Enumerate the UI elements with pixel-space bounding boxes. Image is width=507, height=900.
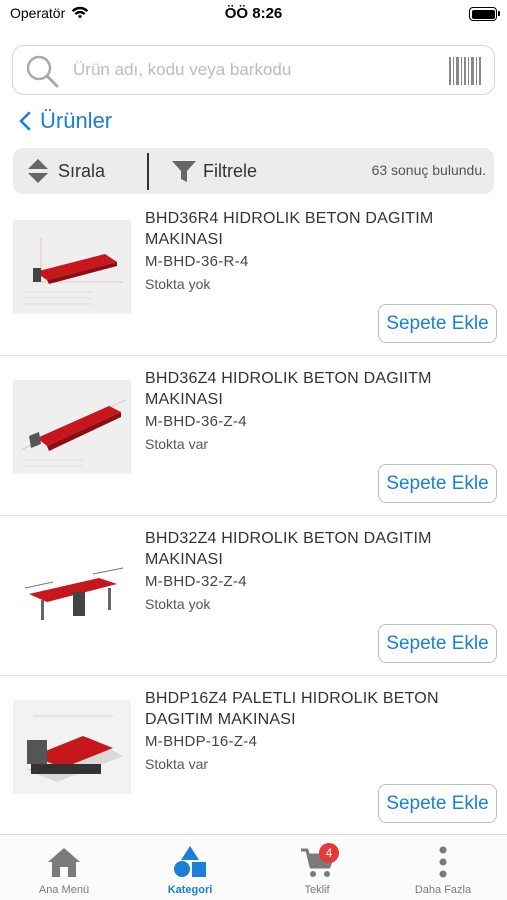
add-to-cart-button[interactable]: Sepete Ekle (378, 464, 497, 503)
product-code: M-BHD-36-R-4 (145, 253, 249, 270)
tab-category[interactable]: Kategori (127, 845, 253, 900)
stock-status: Stokta var (145, 436, 209, 452)
tab-label: Daha Fazla (414, 884, 472, 896)
filter-button[interactable]: Filtrele (171, 157, 257, 185)
more-icon (439, 846, 447, 878)
sort-filter-bar: Sırala Filtrele 63 sonuç bulundu. (13, 148, 494, 194)
tab-home[interactable]: Ana Menü (1, 845, 127, 900)
product-image (13, 220, 131, 314)
chevron-left-icon (19, 111, 31, 131)
filter-label: Filtrele (203, 160, 258, 181)
clock: ÖÖ 8:26 (224, 5, 283, 22)
sort-icon (28, 159, 48, 183)
sort-button[interactable]: Sırala (27, 157, 105, 185)
tab-label: Ana Menü (38, 884, 90, 896)
tab-offer[interactable]: 4 Teklif (254, 843, 380, 900)
cart-badge: 4 (319, 843, 339, 863)
back-button[interactable]: Ürünler (18, 107, 112, 135)
stock-status: Stokta yok (145, 596, 211, 612)
search-input[interactable] (73, 56, 393, 84)
search-icon (26, 55, 59, 88)
product-name: BHD36Z4 HIDROLIK BETON DAGIITM MAKINASI (145, 370, 432, 408)
product-name: BHD36R4 HIDROLIK BETON DAGITIM MAKINASI (145, 210, 434, 248)
home-icon (48, 848, 80, 877)
result-count: 63 sonuç bulundu. (371, 162, 486, 178)
sort-label: Sırala (58, 160, 106, 181)
tab-label: Teklif (304, 884, 330, 896)
stock-status: Stokta var (145, 756, 209, 772)
add-to-cart-button[interactable]: Sepete Ekle (378, 784, 497, 823)
add-to-cart-button[interactable]: Sepete Ekle (378, 304, 497, 343)
barcode-icon[interactable] (448, 56, 482, 86)
product-code: M-BHD-36-Z-4 (145, 413, 247, 430)
product-image (13, 380, 131, 474)
tab-bar: Ana Menü Kategori 4 Teklif Daha Fazla (0, 834, 507, 900)
product-code: M-BHDP-16-Z-4 (145, 733, 258, 750)
divider (147, 153, 149, 190)
product-item[interactable]: BHD32Z4 HIDROLIK BETON DAGITIM MAKINASI … (0, 516, 507, 676)
tab-more[interactable]: Daha Fazla (380, 845, 506, 900)
filter-icon (172, 161, 196, 182)
product-item[interactable]: BHD36R4 HIDROLIK BETON DAGITIM MAKINASI … (0, 196, 507, 356)
tab-label: Kategori (167, 884, 213, 896)
product-item[interactable]: BHDP16Z4 PALETLI HIDROLIK BETON DAGITIM … (0, 676, 507, 836)
product-item[interactable]: BHD36Z4 HIDROLIK BETON DAGIITM MAKINASI … (0, 356, 507, 516)
product-image (13, 540, 131, 634)
product-name: BHD32Z4 HIDROLIK BETON DAGITIM MAKINASI (145, 530, 432, 568)
product-code: M-BHD-32-Z-4 (145, 573, 247, 590)
category-icon (174, 846, 206, 877)
product-image (13, 700, 131, 794)
page-title: Ürünler (40, 108, 113, 133)
add-to-cart-button[interactable]: Sepete Ekle (378, 624, 497, 663)
search-bar[interactable] (12, 45, 495, 95)
battery-icon (469, 7, 500, 21)
status-bar: Operatör ÖÖ 8:26 (0, 0, 507, 28)
stock-status: Stokta yok (145, 276, 211, 292)
product-name: BHDP16Z4 PALETLI HIDROLIK BETON DAGITIM … (145, 690, 439, 728)
